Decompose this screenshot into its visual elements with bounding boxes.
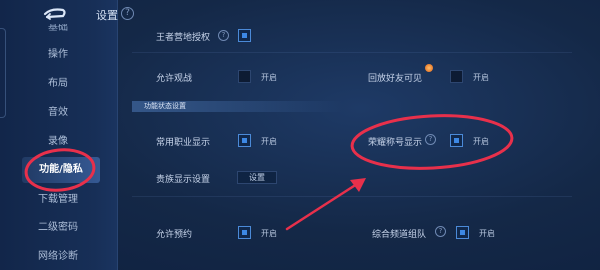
annotation-arrowhead xyxy=(350,178,366,192)
annotation-arrow xyxy=(285,182,359,231)
annotation-overlay xyxy=(24,114,514,231)
settings-screen: 基础 操作 布局 音效 录像 功能/隐私 下载管理 二级密码 网络诊断 设置 ?… xyxy=(0,0,600,270)
highlight-circle-sidebar xyxy=(24,148,96,192)
highlight-circle-honor xyxy=(350,114,514,170)
